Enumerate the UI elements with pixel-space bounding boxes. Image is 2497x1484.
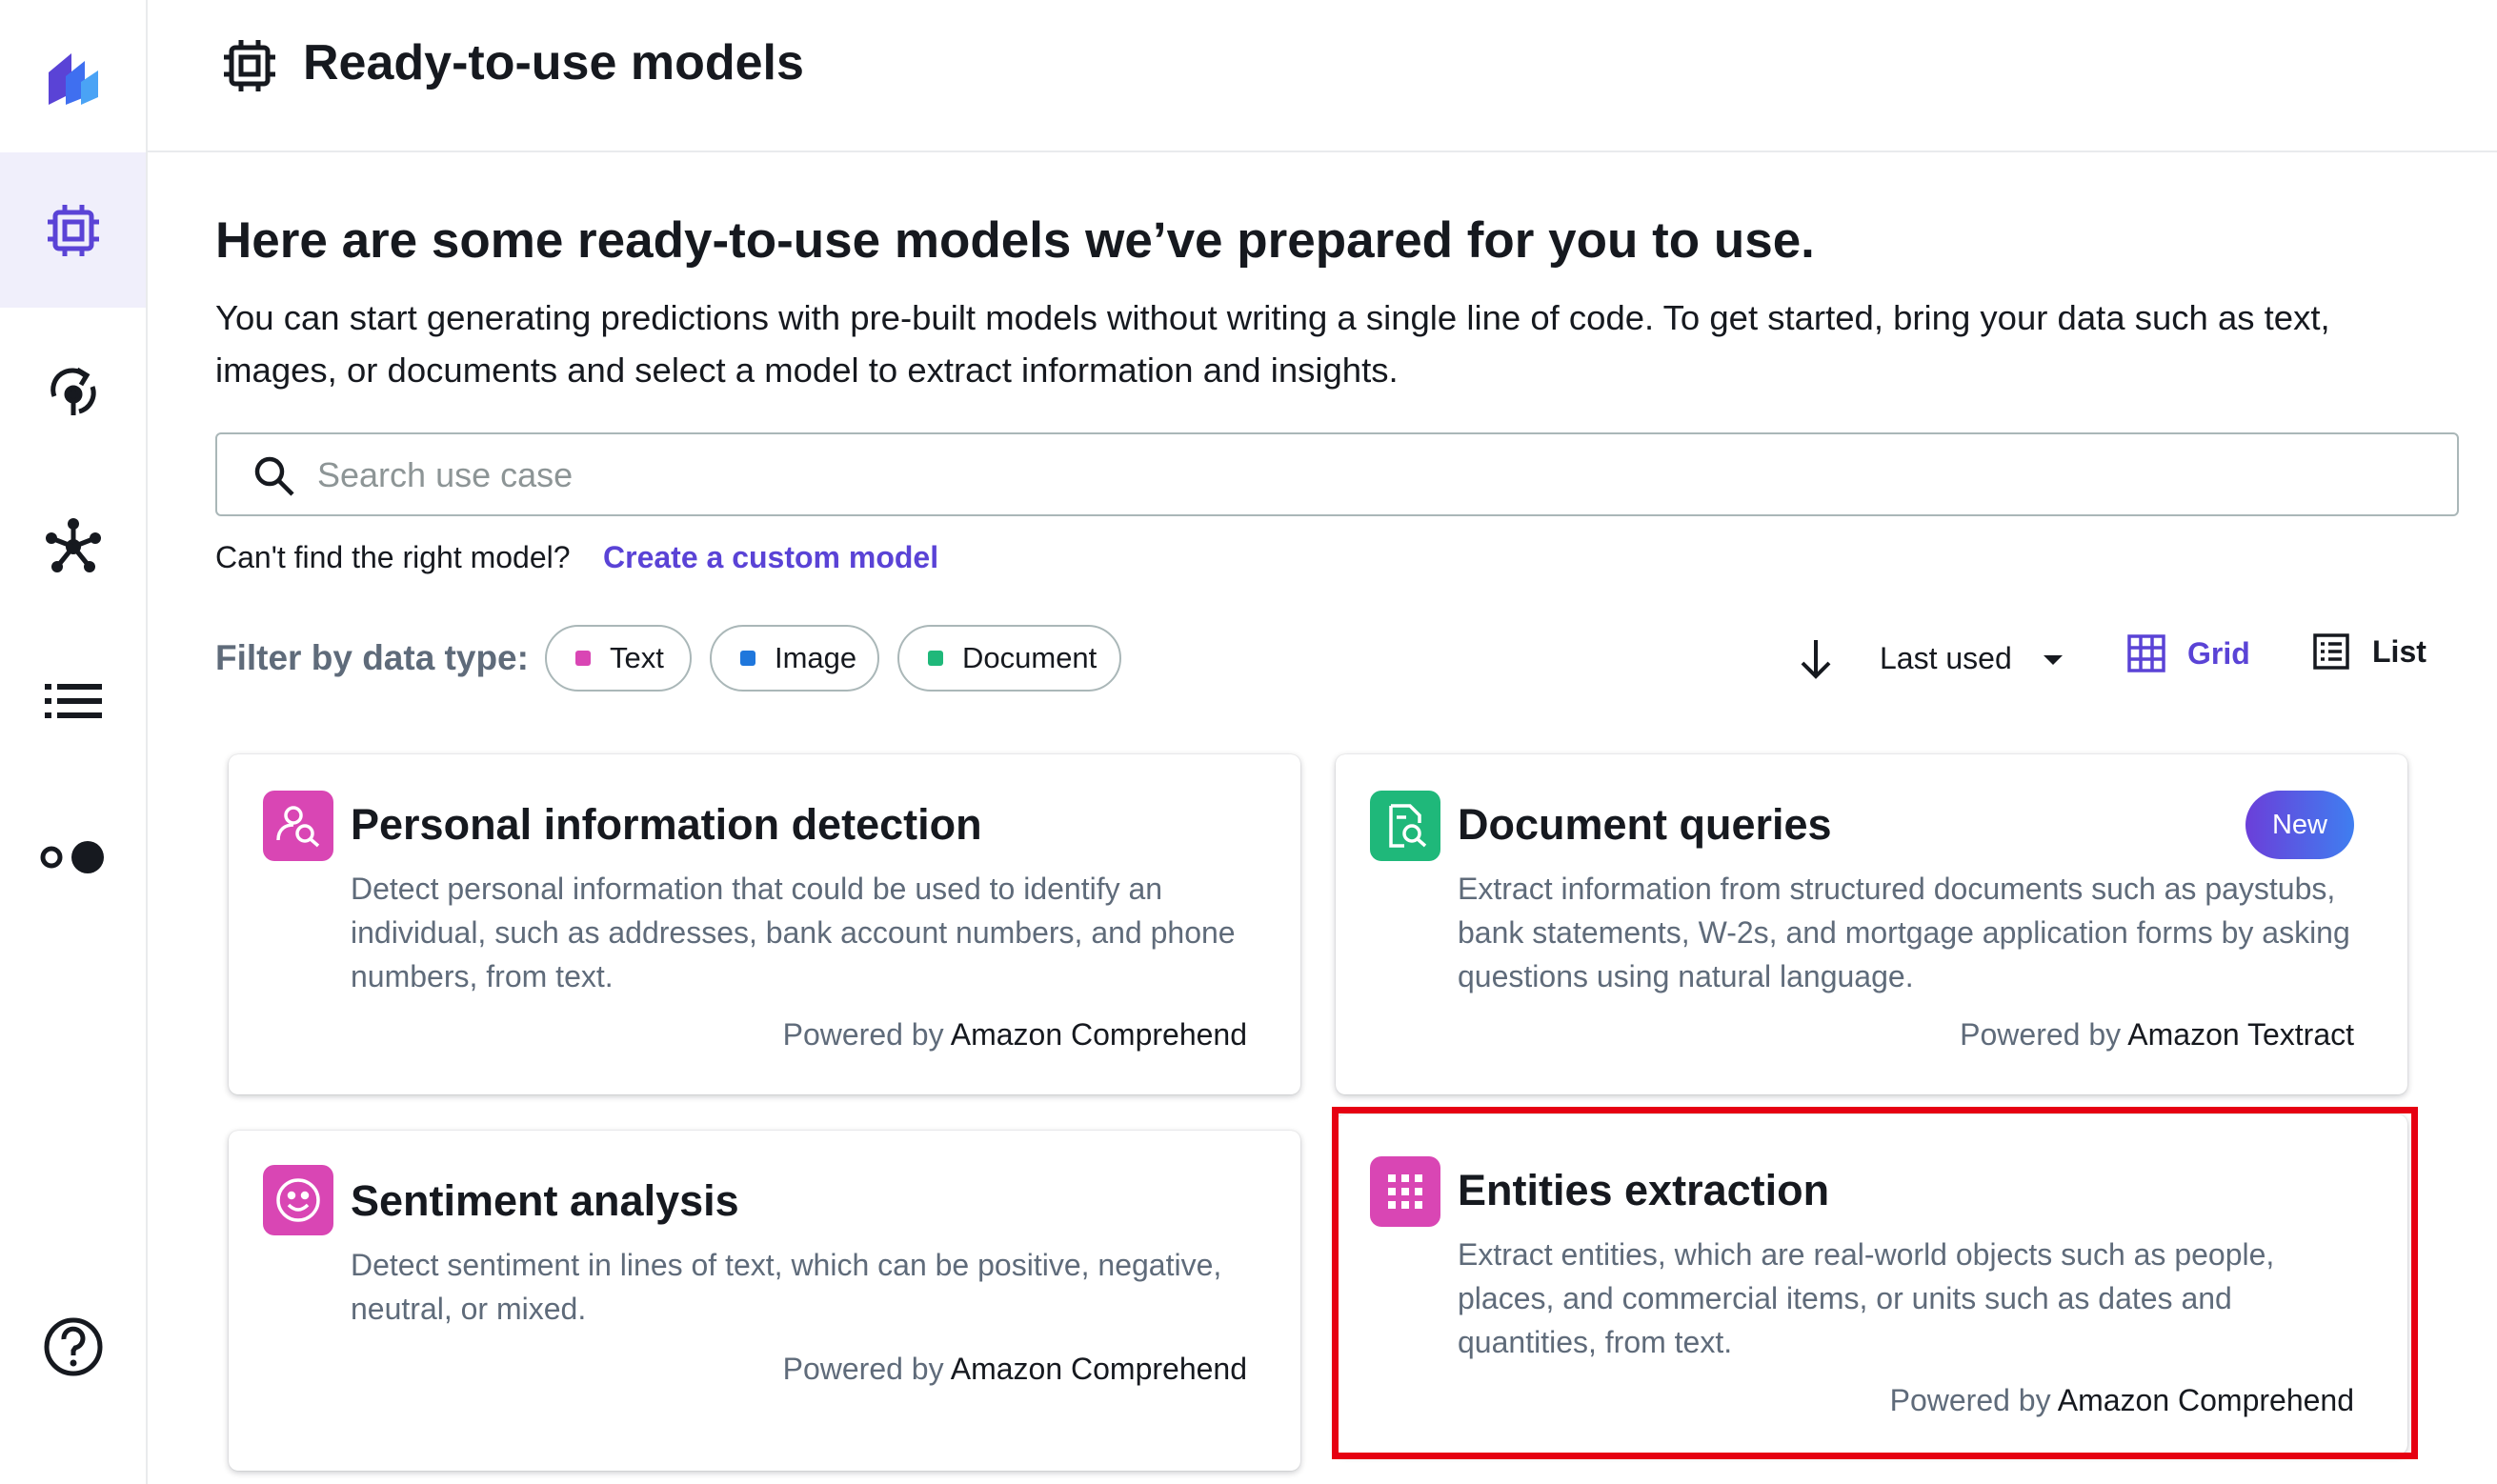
model-card-entities-extraction[interactable]: Entities extraction Extract entities, wh… [1336,1114,2407,1454]
card-title: Document queries [1458,800,1832,849]
create-custom-model-link[interactable]: Create a custom model [603,540,938,575]
list-view-button[interactable]: List [2313,633,2427,670]
card-powered-by: Powered by Amazon Comprehend [783,1352,1247,1387]
powered-by-service: Amazon Comprehend [2057,1383,2354,1417]
filter-chip-document[interactable]: Document [897,625,1121,692]
filter-chip-label: Document [962,641,1097,674]
smiley-icon [263,1165,333,1235]
card-title: Sentiment analysis [351,1176,739,1225]
app-logo[interactable] [0,0,146,155]
new-badge: New [2245,791,2354,859]
card-description: Detect personal information that could b… [351,872,1236,993]
card-description: Detect sentiment in lines of text, which… [351,1248,1222,1326]
cant-find-text: Can't find the right model? [215,540,571,574]
card-powered-by: Powered by Amazon Comprehend [783,1017,1247,1053]
card-title: Personal information detection [351,800,982,849]
sidebar-item-help[interactable] [0,1269,146,1424]
filter-chip-image[interactable]: Image [710,625,879,692]
page-title: Ready-to-use models [303,35,804,90]
card-description: Extract information from structured docu… [1458,872,2350,993]
filter-chip-label: Image [775,641,857,674]
model-card-personal-information-detection[interactable]: Personal information detection Detect pe… [229,754,1300,1094]
sidebar-item-models[interactable] [0,312,146,468]
list-view-label: List [2372,633,2427,669]
document-dot-icon [928,651,943,666]
chip-icon [47,204,99,256]
sidebar-item-datasets[interactable] [0,469,146,624]
powered-by-prefix: Powered by [1889,1383,2051,1417]
card-powered-by: Powered by Amazon Textract [1960,1017,2354,1053]
card-title: Entities extraction [1458,1166,1830,1214]
model-card-sentiment-analysis[interactable]: Sentiment analysis Detect sentiment in l… [229,1131,1300,1471]
network-icon [45,517,101,572]
grid-view-button[interactable]: Grid [2126,633,2250,673]
caret-down-icon[interactable] [2042,653,2064,672]
sidebar [0,0,148,1484]
grid-icon [2127,634,2165,672]
model-card-document-queries[interactable]: Document queries New Extract information… [1336,754,2407,1094]
powered-by-prefix: Powered by [1960,1017,2122,1052]
sort-select[interactable]: Last used [1880,641,2012,676]
list-view-icon [2313,633,2349,670]
toggle-icon [40,840,104,873]
card-description: Extract entities, which are real-world o… [1458,1237,2275,1359]
powered-by-service: Amazon Textract [2127,1017,2354,1052]
powered-by-prefix: Powered by [782,1352,944,1386]
headline: Here are some ready-to-use models we’ve … [215,212,1815,269]
sidebar-item-ready-to-use-models[interactable] [0,152,146,308]
document-search-icon [1370,791,1440,861]
grid-view-label: Grid [2187,635,2250,671]
powered-by-prefix: Powered by [782,1017,944,1052]
page-header: Ready-to-use models [148,0,2497,152]
list-icon [44,683,102,718]
canvas-logo-icon [48,52,98,105]
grid-dots-icon [1370,1156,1440,1227]
sort-direction-icon[interactable] [1795,636,1837,687]
description: You can start generating predictions wit… [215,298,2330,390]
sidebar-item-toggle[interactable] [0,779,146,934]
filter-chip-text[interactable]: Text [545,625,692,692]
chip-icon [222,38,277,98]
search-input[interactable] [315,434,2415,516]
help-icon [44,1317,102,1375]
model-icon [50,367,96,415]
powered-by-service: Amazon Comprehend [950,1017,1247,1052]
filter-chip-label: Text [610,641,664,674]
card-powered-by: Powered by Amazon Comprehend [1890,1383,2354,1418]
search-icon [253,455,295,502]
person-search-icon [263,791,333,861]
text-dot-icon [575,651,591,666]
image-dot-icon [740,651,755,666]
filter-label: Filter by data type: [215,638,529,677]
search-box [215,432,2459,516]
sidebar-item-list[interactable] [0,623,146,778]
powered-by-service: Amazon Comprehend [950,1352,1247,1386]
